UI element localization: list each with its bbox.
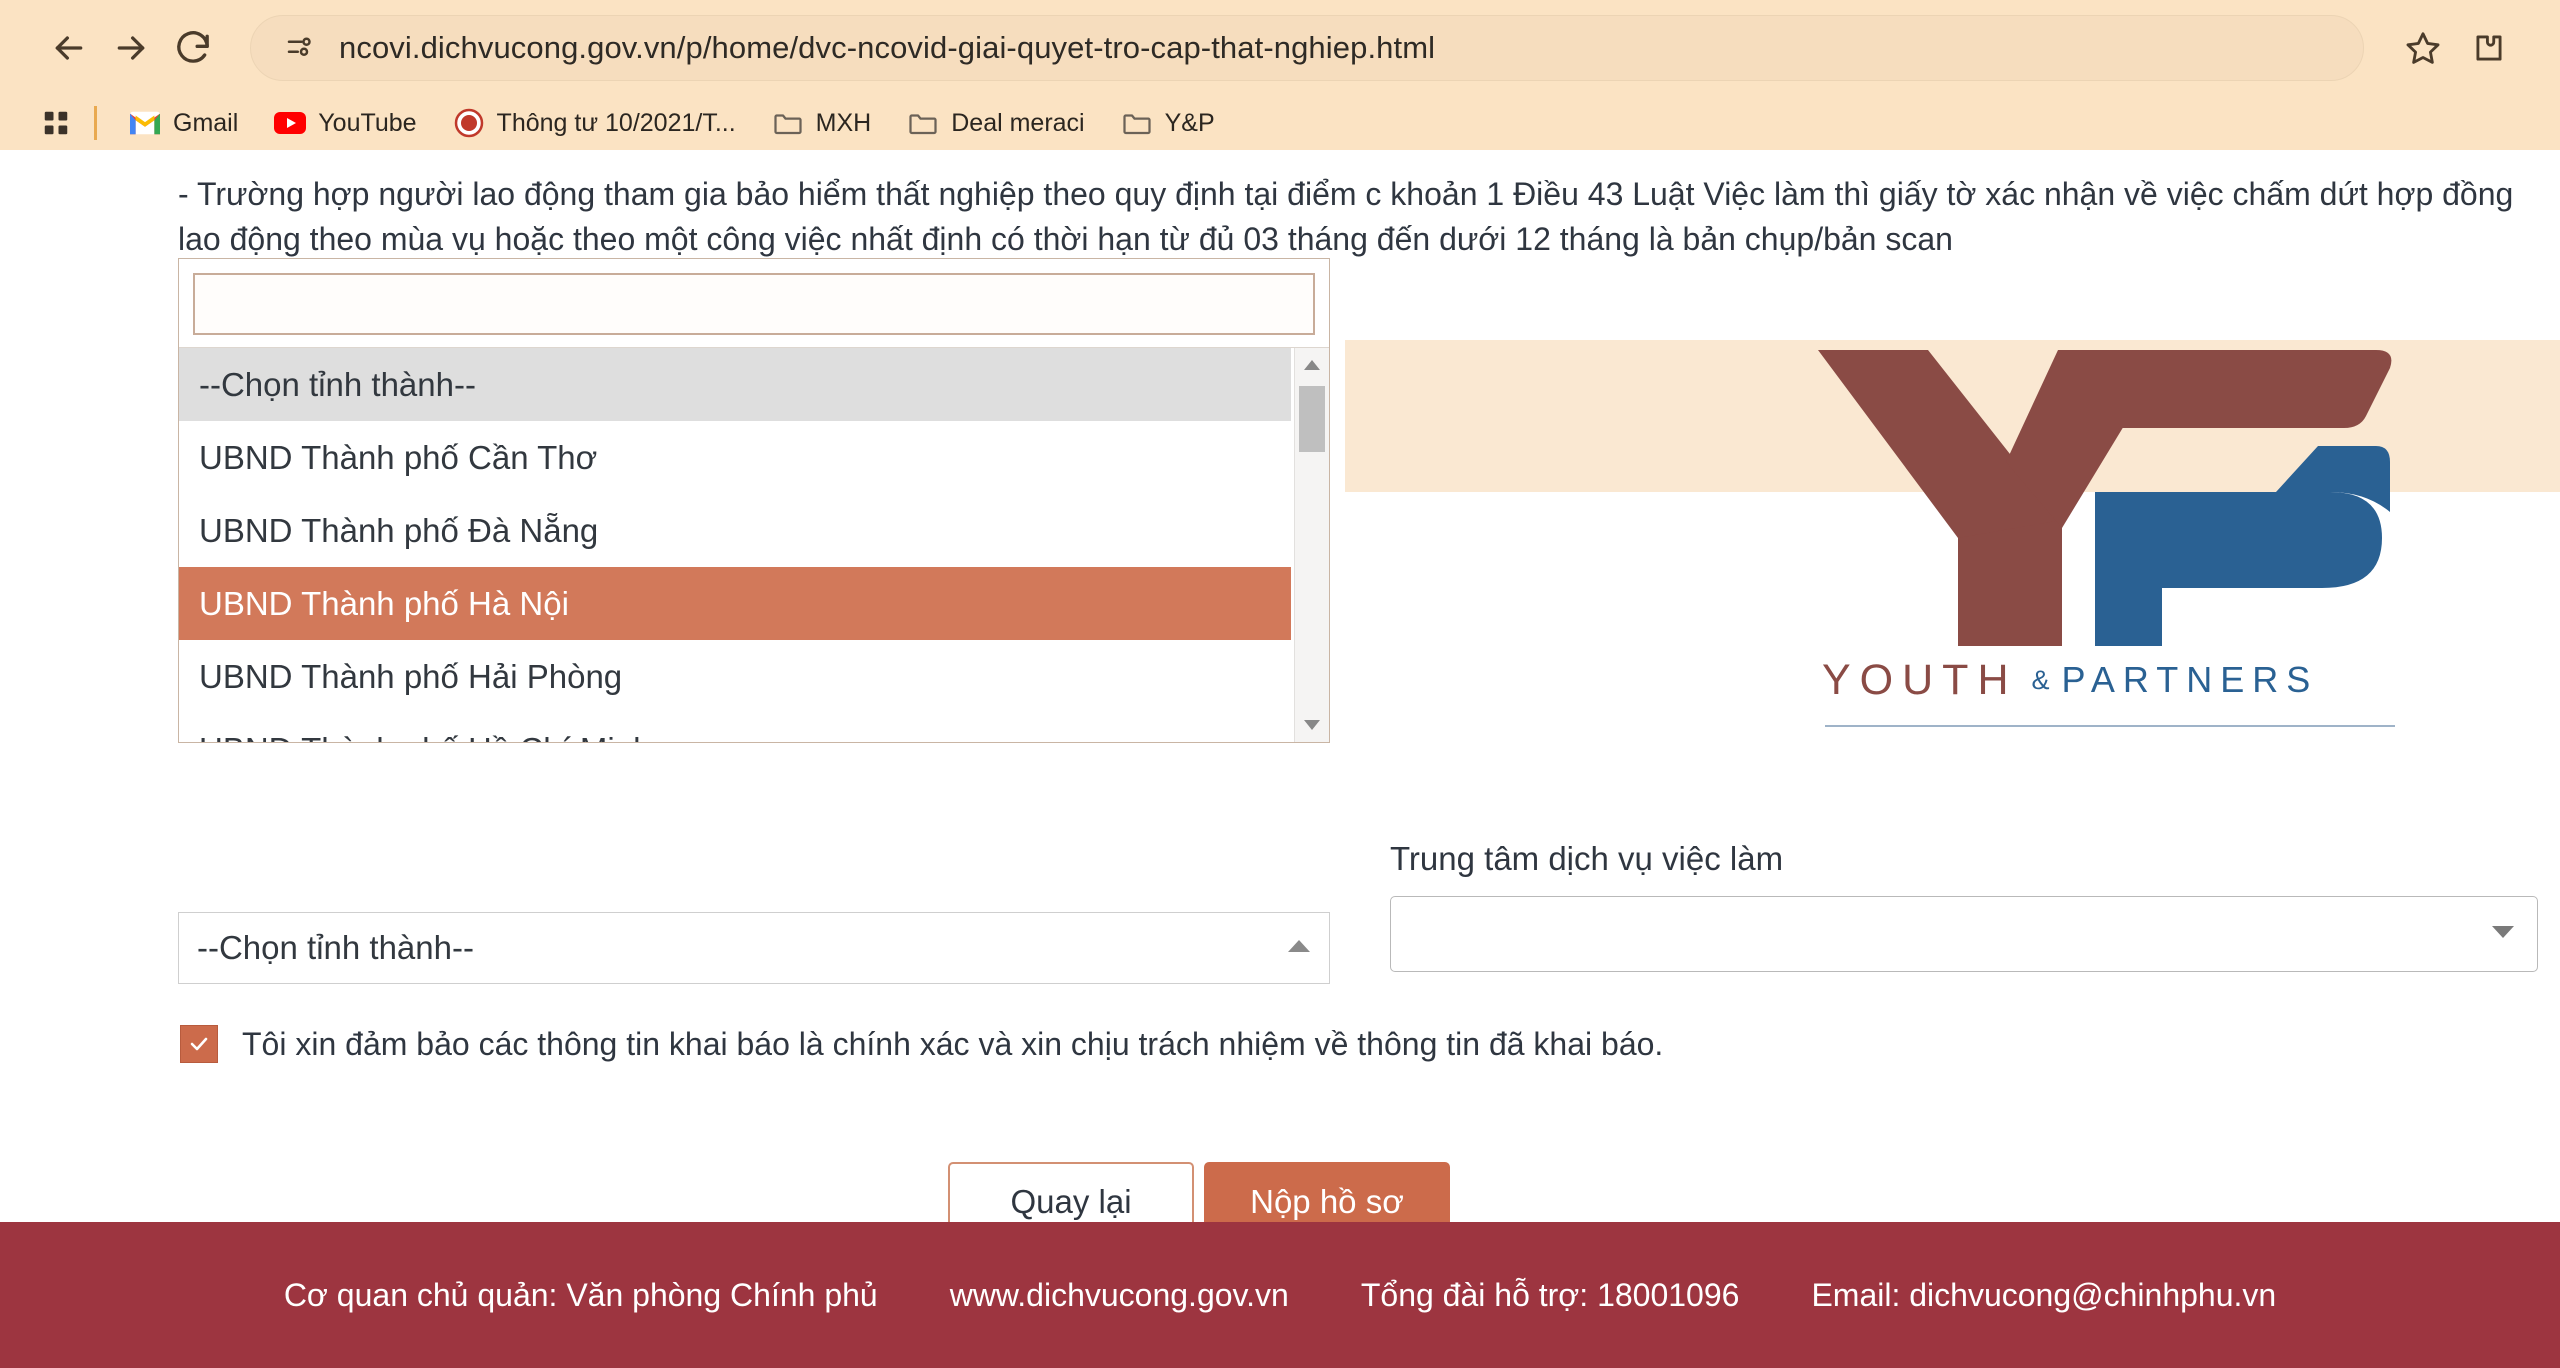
apps-grid-icon[interactable] <box>30 101 82 145</box>
declaration-row[interactable]: Tôi xin đảm bảo các thông tin khai báo l… <box>180 1025 1663 1063</box>
forward-arrow-icon[interactable] <box>100 17 162 79</box>
province-search-input[interactable] <box>193 273 1315 335</box>
province-option[interactable]: --Chọn tỉnh thành-- <box>179 348 1291 421</box>
document-seal-icon <box>453 107 485 139</box>
footer-email[interactable]: Email: dichvucong@chinhphu.vn <box>1811 1277 2276 1314</box>
declaration-label: Tôi xin đảm bảo các thông tin khai báo l… <box>242 1025 1664 1062</box>
province-options-list: --Chọn tỉnh thành-- UBND Thành phố Cần T… <box>179 348 1291 742</box>
logo-youth-text: YOUTH <box>1822 655 2018 704</box>
province-option[interactable]: UBND Thành phố Đà Nẵng <box>179 494 1291 567</box>
logo-partners-text: PARTNERS <box>2061 659 2319 700</box>
address-bar[interactable]: ncovi.dichvucong.gov.vn/p/home/dvc-ncovi… <box>250 15 2364 81</box>
employment-center-field: Trung tâm dịch vụ việc làm <box>1390 840 2538 972</box>
youth-partners-logo <box>1810 342 2410 664</box>
employment-center-label: Trung tâm dịch vụ việc làm <box>1390 840 1784 877</box>
bookmark-label: Thông tư 10/2021/T... <box>496 108 736 137</box>
bookmark-label: MXH <box>815 108 872 137</box>
province-select-closed[interactable]: --Chọn tỉnh thành-- <box>178 912 1330 984</box>
bookmark-folder-yp[interactable]: Y&P <box>1107 101 1229 145</box>
page-content: - Trường hợp người lao động tham gia bảo… <box>0 150 2560 1368</box>
province-option[interactable]: UBND Thành phố Hải Phòng <box>179 640 1291 713</box>
notice-paragraph: - Trường hợp người lao động tham gia bảo… <box>178 176 2514 258</box>
province-option[interactable]: UBND Thành phố Hồ Chí Minh <box>179 713 1291 742</box>
employment-center-select[interactable] <box>1390 896 2538 972</box>
bookmark-label: Gmail <box>173 108 239 137</box>
extensions-icon[interactable] <box>2456 15 2522 81</box>
declaration-checkbox[interactable] <box>180 1025 218 1063</box>
address-bar-url: ncovi.dichvucong.gov.vn/p/home/dvc-ncovi… <box>339 30 1436 65</box>
bookmark-thong-tu[interactable]: Thông tư 10/2021/T... <box>439 101 750 145</box>
folder-icon <box>1121 107 1153 139</box>
site-footer: Cơ quan chủ quản: Văn phòng Chính phủ ww… <box>0 1222 2560 1368</box>
bookmark-label: YouTube <box>318 108 417 137</box>
province-select-value: --Chọn tỉnh thành-- <box>197 929 474 966</box>
footer-hotline: Tổng đài hỗ trợ: 18001096 <box>1360 1276 1740 1313</box>
checkmark-icon <box>187 1032 211 1056</box>
back-arrow-icon[interactable] <box>38 17 100 79</box>
province-search-wrap <box>179 259 1329 347</box>
province-option[interactable]: UBND Thành phố Cần Thơ <box>179 421 1291 494</box>
folder-icon <box>772 107 804 139</box>
bookmark-star-icon[interactable] <box>2390 15 2456 81</box>
bookmark-label: Deal meraci <box>951 108 1085 137</box>
toolbar-right-actions <box>2390 15 2522 81</box>
gmail-icon <box>129 107 161 139</box>
bookmark-gmail[interactable]: Gmail <box>115 101 252 145</box>
bookmarks-bar: Gmail YouTube Thông tư 10/2021/T... MXH <box>0 96 2560 150</box>
reload-icon[interactable] <box>162 17 224 79</box>
bookmark-label: Y&P <box>1164 108 1215 137</box>
bookmark-youtube[interactable]: YouTube <box>260 101 430 145</box>
bookmark-folder-deal-meraci[interactable]: Deal meraci <box>893 101 1098 145</box>
chevron-down-icon[interactable] <box>2491 924 2515 945</box>
folder-icon <box>907 107 939 139</box>
logo-ampersand: & <box>2031 664 2052 695</box>
province-options-scroll-area[interactable]: --Chọn tỉnh thành-- UBND Thành phố Cần T… <box>179 347 1329 742</box>
browser-toolbar: ncovi.dichvucong.gov.vn/p/home/dvc-ncovi… <box>0 0 2560 96</box>
browser-window: ncovi.dichvucong.gov.vn/p/home/dvc-ncovi… <box>0 0 2560 1368</box>
province-list-scrollbar[interactable] <box>1294 348 1329 742</box>
chevron-up-icon[interactable] <box>1287 938 1311 959</box>
bookmarks-separator <box>94 106 97 140</box>
bookmark-folder-mxh[interactable]: MXH <box>758 101 886 145</box>
youtube-icon <box>274 107 307 139</box>
footer-website[interactable]: www.dichvucong.gov.vn <box>950 1277 1289 1314</box>
site-settings-icon[interactable] <box>279 28 319 68</box>
scrollbar-thumb[interactable] <box>1299 386 1325 452</box>
scroll-up-arrow-icon[interactable] <box>1295 348 1329 382</box>
province-dropdown-panel: --Chọn tỉnh thành-- UBND Thành phố Cần T… <box>178 258 1330 743</box>
footer-agency: Cơ quan chủ quản: Văn phòng Chính phủ <box>283 1276 878 1313</box>
province-option-highlighted[interactable]: UBND Thành phố Hà Nội <box>179 567 1291 640</box>
browser-chrome: ncovi.dichvucong.gov.vn/p/home/dvc-ncovi… <box>0 0 2560 150</box>
logo-wordmark: YOUTH & PARTNERS <box>1822 650 2402 710</box>
scroll-down-arrow-icon[interactable] <box>1295 708 1329 742</box>
logo-divider-bottom <box>1825 725 2395 727</box>
